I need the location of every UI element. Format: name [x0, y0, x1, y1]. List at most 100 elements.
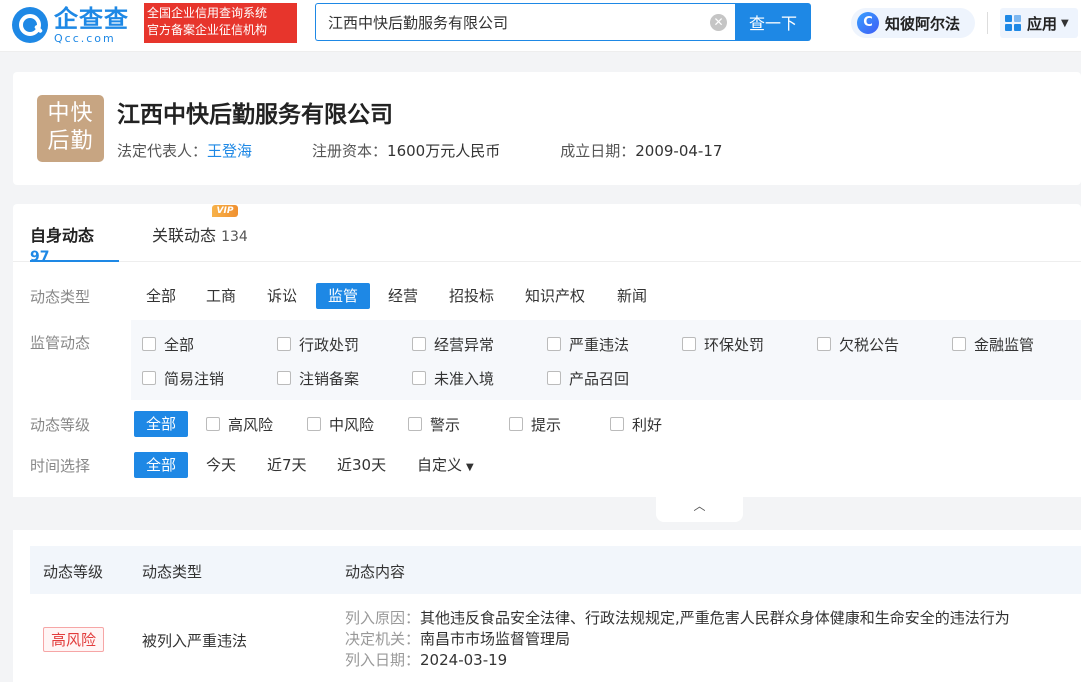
- logo-text: 企查查: [54, 4, 129, 33]
- legal-rep-link[interactable]: 王登海: [207, 142, 252, 160]
- apps-grid-icon: [1005, 15, 1021, 31]
- sup-checkbox-label: 全部: [164, 335, 195, 354]
- checkbox-icon: [547, 371, 561, 385]
- table-row[interactable]: 高风险 被列入严重违法 列入原因：其他违反食品安全法律、行政法规规定,严重危害人…: [30, 594, 1081, 682]
- checkbox-icon: [142, 371, 156, 385]
- type-option-bidding[interactable]: 招投标: [449, 283, 494, 309]
- update-content: 列入原因：其他违反食品安全法律、行政法规规定,严重危害人民群众身体健康和生命安全…: [345, 608, 1010, 671]
- checkbox-icon: [547, 337, 561, 351]
- tab-related-updates[interactable]: 关联动态 134: [152, 222, 248, 262]
- sup-checkbox-label: 行政处罚: [299, 335, 360, 354]
- sup-checkbox-label: 产品召回: [569, 369, 630, 388]
- sup-checkbox-label: 简易注销: [164, 369, 225, 388]
- checkbox-icon: [509, 417, 523, 431]
- type-option-litigation[interactable]: 诉讼: [267, 283, 297, 309]
- checkbox-icon: [412, 337, 426, 351]
- checkbox-icon: [408, 417, 422, 431]
- site-logo[interactable]: 企查查 Qcc.com: [12, 6, 129, 44]
- top-navigation-bar: 企查查 Qcc.com 全国企业信用查询系统 官方备案企业征信机构 ✕ 查一下 …: [0, 0, 1081, 52]
- capital-label: 注册资本：: [312, 142, 388, 160]
- search-button[interactable]: 查一下: [735, 3, 811, 41]
- level-filter-label: 动态等级: [30, 416, 91, 434]
- checkbox-icon: [682, 337, 696, 351]
- checkbox-icon: [610, 417, 624, 431]
- reason-label: 列入原因：: [345, 609, 421, 627]
- slogan-line-2: 官方备案企业征信机构: [147, 23, 268, 37]
- tab-bar: 自身动态 97 关联动态 134 VIP: [13, 204, 1081, 265]
- level-checkbox-label: 警示: [430, 415, 461, 434]
- sup-checkbox-simple-deregistration[interactable]: 简易注销: [142, 368, 224, 388]
- logo-icon: [12, 7, 48, 43]
- sup-checkbox-all[interactable]: 全部: [142, 334, 194, 354]
- date-value: 2024-03-19: [420, 651, 508, 669]
- clear-icon[interactable]: ✕: [710, 14, 727, 31]
- sup-checkbox-admin-penalty[interactable]: 行政处罚: [277, 334, 359, 354]
- ai-assistant-label: 知彼阿尔法: [885, 14, 961, 33]
- sup-checkbox-label: 注销备案: [299, 369, 360, 388]
- authority-label: 决定机关：: [345, 630, 421, 648]
- type-option-business[interactable]: 工商: [206, 283, 236, 309]
- apps-menu-button[interactable]: 应用 ▼: [1000, 8, 1078, 38]
- collapse-filters-button[interactable]: ︿: [656, 496, 743, 522]
- level-checkbox-positive[interactable]: 利好: [610, 414, 662, 434]
- capital-value: 1600万元人民币: [387, 142, 501, 160]
- sup-checkbox-label: 严重违法: [569, 335, 630, 354]
- chevron-up-icon: ︿: [693, 499, 706, 513]
- column-header-level: 动态等级: [43, 563, 104, 581]
- sup-checkbox-tax-arrears[interactable]: 欠税公告: [817, 334, 899, 354]
- tab-own-updates[interactable]: 自身动态 97: [30, 222, 119, 265]
- level-checkbox-label: 提示: [531, 415, 562, 434]
- checkbox-icon: [307, 417, 321, 431]
- risk-level-badge: 高风险: [43, 627, 105, 652]
- tab-related-updates-count: 134: [221, 229, 248, 245]
- search-box: ✕: [315, 3, 735, 41]
- time-option-all[interactable]: 全部: [134, 452, 189, 478]
- update-type: 被列入严重违法: [142, 632, 248, 650]
- company-name[interactable]: 江西中快后勤服务有限公司: [117, 95, 393, 129]
- sup-checkbox-env-penalty[interactable]: 环保处罚: [682, 334, 764, 354]
- time-option-7days[interactable]: 近7天: [267, 452, 307, 478]
- slogan-banner: 全国企业信用查询系统 官方备案企业征信机构: [144, 3, 297, 43]
- sup-checkbox-abnormal-operation[interactable]: 经营异常: [412, 334, 494, 354]
- tab-related-updates-label: 关联动态: [152, 226, 217, 245]
- vip-badge: VIP: [212, 205, 238, 217]
- caret-down-icon: ▼: [1061, 17, 1069, 29]
- sup-checkbox-label: 经营异常: [434, 335, 495, 354]
- founded-value: 2009-04-17: [635, 142, 723, 160]
- sup-checkbox-financial-supervision[interactable]: 金融监管: [952, 334, 1034, 354]
- company-logo: 中快 后勤: [37, 95, 104, 162]
- tab-own-updates-count: 97: [30, 249, 50, 265]
- type-option-all[interactable]: 全部: [146, 283, 176, 309]
- column-header-content: 动态内容: [345, 563, 406, 581]
- sup-checkbox-label: 环保处罚: [704, 335, 765, 354]
- ai-assistant-button[interactable]: C 知彼阿尔法: [851, 8, 975, 38]
- level-checkbox-high-risk[interactable]: 高风险: [206, 414, 273, 434]
- level-checkbox-notice[interactable]: 提示: [509, 414, 561, 434]
- type-option-operation[interactable]: 经营: [388, 283, 418, 309]
- sup-checkbox-product-recall[interactable]: 产品召回: [547, 368, 629, 388]
- sup-checkbox-deregistration-filing[interactable]: 注销备案: [277, 368, 359, 388]
- type-option-ip[interactable]: 知识产权: [525, 283, 585, 309]
- level-checkbox-label: 高风险: [228, 415, 274, 434]
- supervision-filter-label: 监管动态: [30, 334, 91, 352]
- header-divider: [987, 12, 988, 34]
- column-header-type: 动态类型: [142, 563, 203, 581]
- date-label: 列入日期：: [345, 651, 421, 669]
- type-option-news[interactable]: 新闻: [617, 283, 647, 309]
- time-option-30days[interactable]: 近30天: [337, 452, 386, 478]
- logo-domain: Qcc.com: [54, 31, 116, 45]
- sup-checkbox-serious-violation[interactable]: 严重违法: [547, 334, 629, 354]
- tab-own-updates-label: 自身动态: [30, 226, 95, 245]
- time-option-today[interactable]: 今天: [206, 452, 236, 478]
- type-option-supervision[interactable]: 监管: [316, 283, 371, 309]
- search-input[interactable]: [328, 13, 698, 31]
- level-checkbox-medium-risk[interactable]: 中风险: [307, 414, 374, 434]
- sup-checkbox-entry-denied[interactable]: 未准入境: [412, 368, 494, 388]
- level-option-all[interactable]: 全部: [134, 411, 189, 437]
- type-filter-label: 动态类型: [30, 288, 91, 306]
- table-header: 动态等级 动态类型 动态内容: [30, 546, 1081, 594]
- sup-checkbox-label: 欠税公告: [839, 335, 900, 354]
- time-option-custom[interactable]: 自定义 ▼: [417, 452, 474, 478]
- level-checkbox-warning[interactable]: 警示: [408, 414, 460, 434]
- company-summary-card: 中快 后勤 江西中快后勤服务有限公司 法定代表人：王登海 注册资本：1600万元人…: [13, 72, 1081, 185]
